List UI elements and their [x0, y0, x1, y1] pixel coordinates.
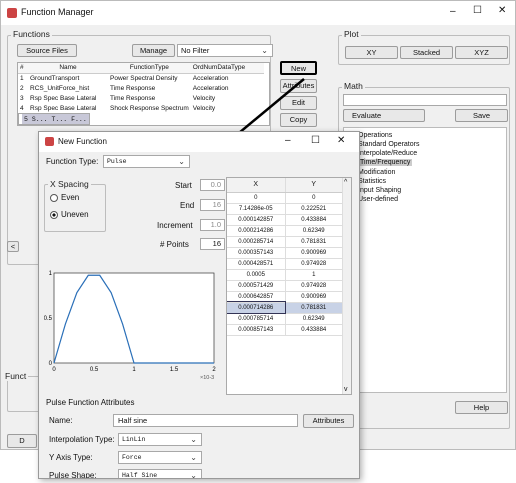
- table-row[interactable]: 0.000785714 0.62349: [227, 313, 343, 325]
- table-row[interactable]: 00: [227, 192, 343, 204]
- table-row[interactable]: 0.000642857 0.900969: [227, 291, 343, 303]
- cell[interactable]: 0.62349: [285, 225, 343, 237]
- cell[interactable]: 0: [285, 192, 343, 204]
- cell[interactable]: 1: [285, 269, 343, 281]
- function-type-label: Function Type:: [46, 157, 99, 166]
- cell[interactable]: 0.781831: [285, 236, 343, 248]
- cell[interactable]: 0.900969: [285, 247, 343, 259]
- plot-area: [53, 272, 215, 364]
- points-label: # Points: [160, 240, 189, 249]
- cell[interactable]: 0.900969: [285, 291, 343, 303]
- cell[interactable]: 0.000285714: [227, 236, 286, 248]
- x-tick-label: 1: [132, 367, 136, 373]
- uneven-label: Uneven: [61, 210, 89, 219]
- even-radio[interactable]: [50, 194, 58, 202]
- cell[interactable]: 0.000714286: [227, 301, 286, 314]
- cell[interactable]: 0.000642857: [227, 291, 286, 303]
- table-header: XY: [227, 178, 343, 193]
- y-tick-label: 0.5: [44, 316, 53, 322]
- yaxis-select[interactable]: Force ⌄: [118, 451, 202, 464]
- maximize-icon[interactable]: ☐: [311, 135, 320, 146]
- x-tick-label: 2: [212, 367, 216, 373]
- dialog-title-bar: New Function – ☐ ✕: [39, 132, 359, 152]
- cell[interactable]: 0.433884: [285, 214, 343, 226]
- attributes-button[interactable]: Attributes: [303, 414, 354, 428]
- cell[interactable]: 0.781831: [285, 302, 343, 314]
- increment-label: Increment: [157, 221, 193, 230]
- table-row-selected[interactable]: 0.000714286 0.781831: [227, 301, 343, 314]
- cell[interactable]: 0.000142857: [227, 214, 286, 226]
- interp-select[interactable]: LinLin ⌄: [118, 433, 202, 446]
- y-tick-label: 1: [49, 271, 53, 277]
- shape-select[interactable]: Half Sine ⌄: [118, 469, 202, 479]
- cell[interactable]: 7.14286e-05: [227, 203, 286, 215]
- interp-value: LinLin: [122, 436, 146, 443]
- table-row[interactable]: 0.000214286 0.62349: [227, 225, 343, 237]
- pulse-chart: 0 0.5 1 1.5 200.51×10-3: [44, 271, 216, 380]
- function-type-value: Pulse: [107, 158, 127, 165]
- chevron-down-icon: ⌄: [190, 453, 197, 462]
- dialog-icon: [45, 137, 54, 146]
- cell[interactable]: 0.62349: [285, 313, 343, 325]
- cell[interactable]: 0.433884: [285, 324, 343, 336]
- start-input[interactable]: 0.0: [200, 179, 225, 191]
- x-tick-label: 0.5: [90, 367, 99, 373]
- x-spacing-label: X Spacing: [48, 179, 91, 189]
- name-input[interactable]: Half sine: [113, 414, 298, 427]
- table-row[interactable]: 0.0005 1: [227, 269, 343, 281]
- col-x[interactable]: X: [227, 178, 286, 193]
- table-row[interactable]: 7.14286e-05 0.222521: [227, 203, 343, 215]
- points-input[interactable]: 16: [200, 238, 225, 250]
- table-row[interactable]: 0.000142857 0.433884: [227, 214, 343, 226]
- x-tick-label: 1.5: [170, 367, 179, 373]
- attrs-label: Pulse Function Attributes: [46, 398, 135, 407]
- chevron-down-icon: ⌄: [178, 157, 185, 166]
- cell[interactable]: 0.000214286: [227, 225, 286, 237]
- chevron-down-icon: ⌄: [190, 471, 197, 479]
- scroll-up-icon[interactable]: ^: [344, 179, 347, 186]
- col-y[interactable]: Y: [285, 178, 343, 193]
- cell[interactable]: 0.0005: [227, 269, 286, 281]
- uneven-radio[interactable]: [50, 211, 58, 219]
- cell[interactable]: 0.974928: [285, 280, 343, 292]
- yaxis-value: Force: [122, 454, 142, 461]
- start-label: Start: [175, 181, 192, 190]
- xy-table: XY 00 7.14286e-05 0.222521 0.000142857 0.4…: [226, 177, 352, 395]
- yaxis-label: Y Axis Type:: [49, 453, 93, 462]
- x-spacing-group: [44, 184, 106, 232]
- name-label: Name:: [49, 416, 73, 425]
- chevron-down-icon: ⌄: [190, 435, 197, 444]
- increment-input[interactable]: 1.0: [200, 219, 225, 231]
- cell[interactable]: 0.000857143: [227, 324, 286, 336]
- end-input[interactable]: 16: [200, 199, 225, 211]
- scroll-down-icon[interactable]: v: [344, 386, 348, 393]
- new-function-dialog: New Function – ☐ ✕ Function Type: Pulse ⌄…: [38, 131, 360, 479]
- cell[interactable]: 0.000785714: [227, 313, 286, 325]
- table-row[interactable]: 0.000285714 0.781831: [227, 236, 343, 248]
- interp-label: Interpolation Type:: [49, 435, 115, 444]
- table-row[interactable]: 0.000571429 0.974928: [227, 280, 343, 292]
- cell[interactable]: 0.974928: [285, 258, 343, 270]
- x-exponent: ×10-3: [200, 375, 214, 380]
- dialog-title: New Function: [58, 137, 107, 146]
- table-row[interactable]: 0.000428571 0.974928: [227, 258, 343, 270]
- shape-label: Pulse Shape:: [49, 471, 97, 479]
- x-tick-label: 0: [52, 367, 56, 373]
- table-row[interactable]: 0.000357143 0.900969: [227, 247, 343, 259]
- table-row[interactable]: 0.000857143 0.433884: [227, 324, 343, 336]
- cell[interactable]: 0.222521: [285, 203, 343, 215]
- even-label: Even: [61, 193, 80, 202]
- cell[interactable]: 0.000428571: [227, 258, 286, 270]
- cell[interactable]: 0.000571429: [227, 280, 286, 292]
- cell[interactable]: 0: [227, 192, 286, 204]
- cell[interactable]: 0.000357143: [227, 247, 286, 259]
- end-label: End: [180, 201, 195, 210]
- minimize-icon[interactable]: –: [285, 135, 291, 146]
- table-scrollbar[interactable]: ^ v: [342, 178, 351, 394]
- close-icon[interactable]: ✕: [337, 135, 345, 146]
- function-type-select[interactable]: Pulse ⌄: [103, 155, 190, 168]
- shape-value: Half Sine: [122, 472, 158, 479]
